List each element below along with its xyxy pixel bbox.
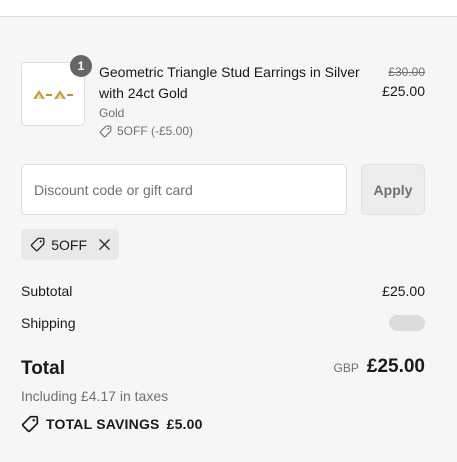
savings-value: £5.00 (166, 416, 203, 432)
original-price: £30.00 (388, 65, 425, 79)
tag-icon (21, 415, 39, 433)
applied-discount-chip: 5OFF (21, 229, 119, 260)
tag-icon (99, 125, 112, 137)
cart-line-item: 1 Geometric Triangle Stud Earrings in Si… (21, 55, 425, 142)
final-price: £25.00 (382, 83, 425, 99)
total-value: £25.00 (366, 356, 425, 377)
taxes-note: Including £4.17 in taxes (21, 388, 169, 404)
subtotal-row: Subtotal £25.00 (21, 283, 425, 299)
tag-icon (30, 237, 45, 252)
savings-label: TOTAL SAVINGS (46, 416, 160, 432)
apply-button[interactable]: Apply (361, 164, 425, 215)
quantity-badge: 1 (70, 55, 92, 77)
shipping-value-placeholder (389, 315, 425, 331)
discount-form: Apply (21, 164, 425, 215)
applied-discount-code: 5OFF (51, 236, 87, 253)
product-discount: 5OFF (-£5.00) (99, 124, 369, 138)
shipping-row: Shipping (21, 315, 425, 331)
close-icon (99, 239, 110, 250)
product-title: Geometric Triangle Stud Earrings in Silv… (99, 64, 360, 101)
total-savings: TOTAL SAVINGS £5.00 (21, 415, 203, 433)
header-bar (0, 0, 457, 17)
total-row: Total GBP £25.00 (21, 356, 425, 382)
remove-discount-button[interactable] (99, 239, 110, 250)
total-label: Total (21, 358, 65, 379)
shipping-label: Shipping (21, 315, 76, 331)
earrings-image-icon (33, 90, 73, 99)
product-discount-label: 5OFF (-£5.00) (117, 124, 194, 138)
subtotal-label: Subtotal (21, 283, 73, 299)
subtotal-value: £25.00 (382, 283, 425, 299)
product-variant: Gold (99, 106, 125, 120)
discount-code-input[interactable] (21, 164, 347, 215)
currency-code: GBP (333, 361, 359, 375)
